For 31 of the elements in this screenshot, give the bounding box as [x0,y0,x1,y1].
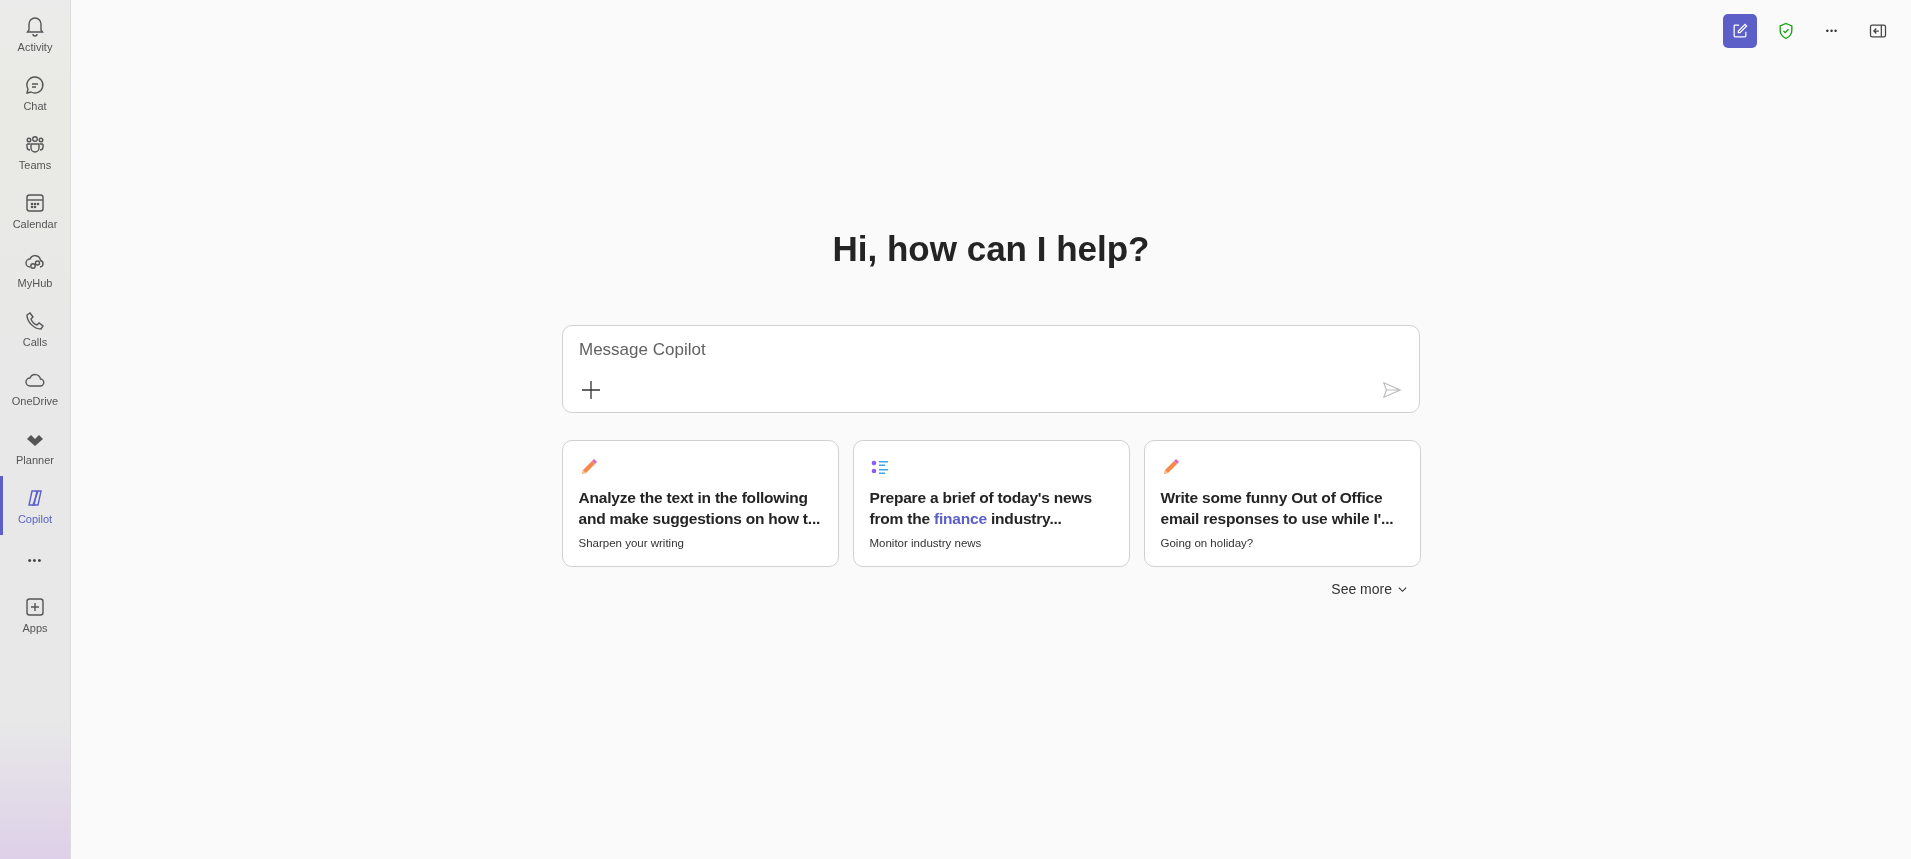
nav-item[interactable]: Planner [0,417,70,476]
nav-item[interactable]: Calendar [0,181,70,240]
heading: Hi, how can I help? [832,229,1150,269]
prompt-text: Analyze the text in the following and make suggestions on how t... [578,488,822,529]
prompt-category: Monitor industry news [869,537,982,549]
chat-icon [23,73,47,97]
new-chat-button[interactable] [1723,14,1757,48]
see-more-button[interactable]: See more [1319,577,1420,601]
prompt-card[interactable]: Analyze the text in the following and make suggestions on how t... Sharpen your writing [561,440,839,567]
nav-item[interactable]: Chat [0,63,70,122]
nav-item[interactable]: Activity [0,4,70,63]
prompt-text: Prepare a brief of today's news from the finance industry... [869,488,1093,529]
more-button[interactable]: ••• [1815,14,1849,48]
prompt-card[interactable]: Write some funny Out of Office email responses to use while I'... Going on holiday? [1143,440,1421,567]
prompt-category: Sharpen your writing [578,537,684,549]
prompt-text: Write some funny Out of Office email responses to use while I'... [1160,488,1395,529]
nav-item[interactable]: OneDrive [0,358,70,417]
nav-item[interactable]: Teams [0,122,70,181]
nav-item[interactable]: Copilot [0,476,70,535]
calendar-icon [23,191,47,215]
more-apps-button[interactable]: ••• [0,535,70,585]
nav-item[interactable]: Calls [0,299,70,358]
bell-icon [23,14,47,38]
prompt-category: Going on holiday? [1160,537,1254,549]
apps-button[interactable]: Apps [0,585,70,644]
add-icon [23,595,47,619]
topic-link[interactable]: finance [934,510,987,527]
add-icon[interactable] [579,378,603,402]
nav-item[interactable]: MyHub [0,240,70,299]
prompt-card[interactable]: Prepare a brief of today's news from the finance industry... Monitor industry news [852,440,1130,567]
message-field[interactable]: Message Copilot [579,340,1403,360]
